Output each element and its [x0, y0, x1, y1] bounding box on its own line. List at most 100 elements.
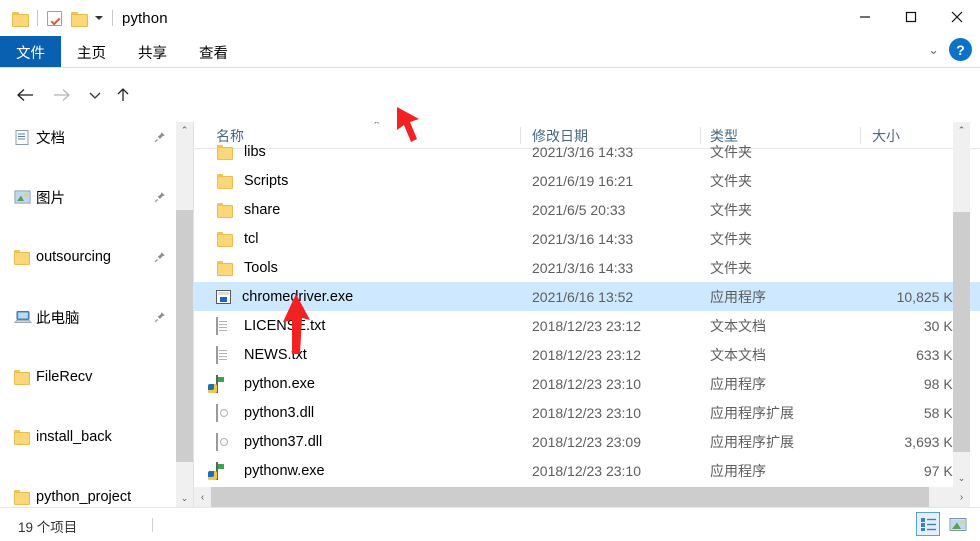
- sidebar-item-this-pc-pinned[interactable]: 此电脑: [0, 302, 176, 332]
- file-explorer-window: python 文件 主页 共享 查看 ⌄ ? 文档 图片 outsourcing…: [0, 0, 980, 541]
- table-row[interactable]: NEWS.txt 2018/12/23 23:12 文本文档 633 KB: [194, 340, 980, 369]
- file-name-text: Scripts: [244, 172, 289, 189]
- window-controls: [842, 0, 980, 33]
- file-type-cell: 文本文档: [710, 317, 766, 334]
- close-button[interactable]: [934, 0, 980, 33]
- file-name-cell: python3.dll: [216, 404, 315, 422]
- checkbox-checked-icon[interactable]: [47, 10, 62, 26]
- pin-icon-4[interactable]: [154, 311, 166, 323]
- sidebar-scroll-down-button[interactable]: ⌄: [176, 490, 193, 507]
- file-name-text: python3.dll: [244, 404, 315, 421]
- details-view-button[interactable]: [916, 512, 940, 536]
- file-list-pane: ⌃ 名称 修改日期 类型 大小 libs 2021/3/16 14:33 文件夹: [194, 122, 980, 507]
- sidebar-scroll-up-button[interactable]: ⌃: [176, 122, 193, 139]
- file-list-horizontal-scrollbar[interactable]: ‹ ›: [194, 487, 970, 507]
- sidebar-item-python-project[interactable]: python_project: [0, 482, 176, 507]
- file-name-text: python.exe: [244, 375, 315, 392]
- list-scroll-left-button[interactable]: ‹: [194, 487, 211, 507]
- file-name-cell: chromedriver.exe: [216, 289, 353, 305]
- sidebar-item-install-back[interactable]: install_back: [0, 422, 176, 452]
- file-date-cell: 2018/12/23 23:10: [532, 404, 641, 421]
- table-row[interactable]: python.exe 2018/12/23 23:10 应用程序 98 KB: [194, 369, 980, 398]
- list-scroll-right-button[interactable]: ›: [953, 487, 970, 507]
- file-date-cell: 2021/3/16 14:33: [532, 143, 634, 160]
- window-title: python: [122, 9, 168, 27]
- folder-icon: [216, 173, 233, 189]
- file-type-cell: 应用程序: [710, 462, 766, 479]
- file-size-cell: 30 KB: [923, 317, 962, 334]
- sidebar-item-filerecv[interactable]: FileRecv: [0, 362, 176, 392]
- sidebar-item-documents[interactable]: 文档: [0, 122, 176, 152]
- file-name-cell: pythonw.exe: [216, 462, 325, 480]
- tab-file-label: 文件: [16, 45, 45, 62]
- file-name-cell: python.exe: [216, 375, 315, 393]
- address-row: « 软件 (D:) › software › python › ⌄ 搜索"pyt…: [0, 70, 980, 180]
- folder-icon: [14, 429, 31, 445]
- forward-button[interactable]: [46, 80, 76, 110]
- tab-view-label: 查看: [199, 45, 228, 62]
- help-button[interactable]: ?: [949, 38, 972, 61]
- file-size-cell: 58 KB: [923, 404, 962, 421]
- chevron-down-icon[interactable]: ⌄: [928, 42, 939, 58]
- file-name-cell: Tools: [216, 260, 278, 276]
- sidebar-label-filerecv: FileRecv: [36, 369, 93, 385]
- table-row[interactable]: tcl 2021/3/16 14:33 文件夹: [194, 224, 980, 253]
- table-row[interactable]: share 2021/6/5 20:33 文件夹: [194, 195, 980, 224]
- file-name-cell: Scripts: [216, 173, 288, 189]
- tab-home[interactable]: 主页: [61, 36, 122, 68]
- table-row[interactable]: pythonw.exe 2018/12/23 23:10 应用程序 97 KB: [194, 456, 980, 485]
- sidebar-scroll-thumb[interactable]: [176, 210, 193, 462]
- table-row-selected[interactable]: chromedriver.exe 2021/6/16 13:52 应用程序 10…: [194, 282, 980, 311]
- pin-icon[interactable]: [154, 131, 166, 143]
- file-name-text: python37.dll: [244, 433, 323, 450]
- picture-icon: [14, 190, 31, 205]
- recent-locations-button[interactable]: [80, 80, 110, 110]
- sidebar-item-outsourcing[interactable]: outsourcing: [0, 242, 176, 272]
- table-row[interactable]: python37.dll 2018/12/23 23:09 应用程序扩展 3,6…: [194, 427, 980, 456]
- sidebar-item-pictures[interactable]: 图片: [0, 182, 176, 212]
- dropdown-caret-icon[interactable]: [95, 16, 103, 20]
- sidebar-label-python-project: python_project: [36, 489, 132, 505]
- folder-icon-2[interactable]: [71, 11, 88, 27]
- table-row[interactable]: Tools 2021/3/16 14:33 文件夹: [194, 253, 980, 282]
- maximize-button[interactable]: [888, 0, 934, 33]
- large-icons-view-button[interactable]: [946, 512, 970, 536]
- file-name-cell: share: [216, 202, 280, 218]
- title-bar: python: [0, 0, 980, 36]
- back-button[interactable]: [10, 80, 40, 110]
- file-date-cell: 2018/12/23 23:12: [532, 346, 641, 363]
- navigation-pane: 文档 图片 outsourcing 此电脑 FileRecv install_b…: [0, 122, 176, 507]
- item-count-label: 19 个项目: [18, 520, 78, 535]
- titlebar-divider-2: [112, 10, 113, 26]
- python-icon: [216, 462, 233, 480]
- table-row[interactable]: libs 2021/3/16 14:33 文件夹: [194, 137, 980, 166]
- tab-file[interactable]: 文件: [0, 36, 61, 68]
- tab-share-label: 共享: [138, 45, 167, 62]
- folder-icon[interactable]: [12, 11, 29, 27]
- text-file-icon: [216, 346, 233, 364]
- folder-icon: [216, 260, 233, 276]
- tab-view[interactable]: 查看: [183, 36, 244, 68]
- tab-share[interactable]: 共享: [122, 36, 183, 68]
- sort-indicator-icon: ⌃: [372, 122, 382, 132]
- minimize-button[interactable]: [842, 0, 888, 33]
- file-size-cell: 633 KB: [916, 346, 962, 363]
- file-list-vertical-scrollbar[interactable]: ⌃ ⌄: [953, 122, 970, 487]
- list-hscroll-thumb[interactable]: [211, 487, 929, 507]
- list-scroll-down-button[interactable]: ⌄: [953, 470, 970, 487]
- table-row[interactable]: python3.dll 2018/12/23 23:10 应用程序扩展 58 K…: [194, 398, 980, 427]
- file-name-text: chromedriver.exe: [242, 288, 354, 305]
- file-size-cell: 98 KB: [923, 375, 962, 392]
- list-scroll-up-button[interactable]: ⌃: [953, 122, 970, 139]
- table-row[interactable]: LICENSE.txt 2018/12/23 23:12 文本文档 30 KB: [194, 311, 980, 340]
- list-scroll-thumb[interactable]: [953, 212, 970, 452]
- folder-icon: [14, 249, 31, 265]
- file-type-cell: 应用程序: [710, 288, 766, 305]
- up-button[interactable]: [108, 80, 138, 110]
- table-row[interactable]: Scripts 2021/6/19 16:21 文件夹: [194, 166, 980, 195]
- text-file-icon: [216, 317, 233, 335]
- pin-icon-3[interactable]: [154, 251, 166, 263]
- pin-icon-2[interactable]: [154, 191, 166, 203]
- file-date-cell: 2018/12/23 23:10: [532, 375, 641, 392]
- sidebar-scrollbar[interactable]: ⌃ ⌄: [176, 122, 193, 507]
